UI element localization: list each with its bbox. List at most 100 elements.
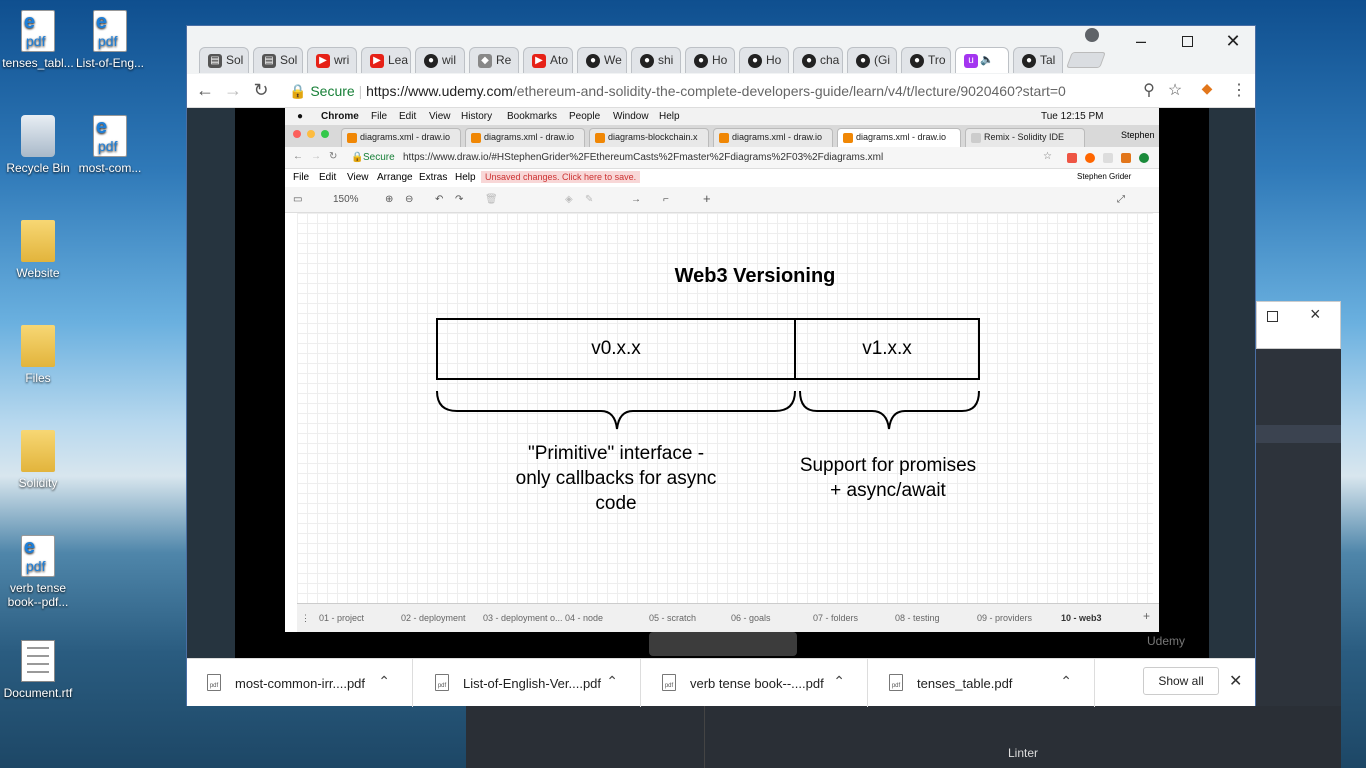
tab-label: We (604, 53, 622, 67)
browser-tab[interactable]: ● Ho (685, 47, 735, 73)
recorded-address-bar: ← → ↻ 🔒 Secure https://www.draw.io/#HSte… (285, 147, 1159, 169)
drawio-icon (719, 133, 729, 143)
maximize-icon[interactable] (1267, 311, 1278, 322)
note-primitive-interface: "Primitive" interface - only callbacks f… (481, 441, 751, 516)
desktop-icon-files[interactable]: Files (0, 325, 76, 385)
browser-tab[interactable]: ▤ Sol (199, 47, 249, 73)
downloads-bar: pdf most-common-irr....pdf ⌃ pdf List-of-En… (187, 658, 1255, 707)
minimize-button[interactable]: – (1121, 30, 1161, 52)
background-app-window: × (1256, 301, 1341, 768)
mac-clock: Tue 12:15 PM (1041, 111, 1104, 122)
linter-label[interactable]: Linter (1008, 746, 1038, 760)
chevron-up-icon[interactable]: ⌃ (378, 673, 390, 690)
youtube-icon: ▶ (532, 54, 546, 68)
desktop-icon-recycle-bin[interactable]: Recycle Bin (0, 115, 76, 175)
close-downloads-icon[interactable]: ✕ (1229, 671, 1242, 691)
tab-label: Remix - Solidity IDE (984, 132, 1065, 142)
menu-icon[interactable]: ⋮ (1227, 80, 1251, 100)
download-item[interactable]: pdf tenses_table.pdf ⌃ (869, 659, 1095, 707)
tab-label: Ho (712, 53, 728, 67)
desktop-icon-website[interactable]: Website (0, 220, 76, 280)
new-tab-button[interactable] (1066, 52, 1106, 68)
background-app-row (1256, 425, 1341, 443)
mac-menu-item: Help (659, 111, 680, 122)
browser-tab[interactable]: ● wil (415, 47, 465, 73)
note-line: code (595, 493, 637, 514)
browser-tab[interactable]: ● shi (631, 47, 681, 73)
zoom-icon[interactable]: ⚲ (1137, 80, 1161, 100)
insert-icon: + (703, 191, 711, 206)
show-all-button[interactable]: Show all (1143, 667, 1219, 695)
address-bar[interactable]: 🔒 Secure | https://www.udemy.com/ethereu… (281, 78, 1181, 104)
forward-button[interactable]: → (221, 80, 245, 101)
browser-tab[interactable]: ● Tal (1013, 47, 1063, 73)
waypoint-icon: ⌐ (663, 194, 669, 205)
desktop-icon-verb-tense[interactable]: e pdf verb tense book--pdf... (0, 535, 76, 609)
speaker-icon: 🔈 (980, 54, 994, 66)
chrome-window: ▤ Sol ▤ Sol ▶ wri ▶ Lea ● wil ◆ Re ▶ Ato ● We ● s… (186, 25, 1256, 707)
recycle-bin-icon (21, 115, 55, 157)
diagram-title: Web3 Versioning (674, 265, 836, 287)
folder-icon (21, 430, 55, 472)
browser-tab[interactable]: ▤ Sol (253, 47, 303, 73)
maximize-icon (1181, 36, 1193, 47)
tab-label: diagrams-blockchain.x (608, 132, 698, 142)
browser-tab[interactable]: ● (Gi (847, 47, 897, 73)
fill-icon: ◈ (565, 194, 573, 205)
browser-tab[interactable]: ◆ Re (469, 47, 519, 73)
video-frame[interactable]: ● Chrome File Edit View History Bookmark… (235, 108, 1209, 658)
reload-button[interactable]: ↻ (249, 80, 273, 101)
drawio-menu-item: Help (455, 172, 476, 183)
profile-icon[interactable] (1085, 28, 1099, 42)
browser-tab[interactable]: ▶ Ato (523, 47, 573, 73)
maximize-button[interactable] (1167, 30, 1207, 52)
page-menu-icon: ⋮ (301, 613, 310, 623)
secure-label: Secure (310, 83, 355, 99)
tab-label: (Gi (874, 53, 890, 67)
tab-label: cha (820, 53, 840, 67)
bookmark-star-icon[interactable]: ☆ (1163, 80, 1187, 100)
tab-label: diagrams.xml - draw.io (484, 132, 575, 142)
mac-menu-item: Bookmarks (507, 111, 558, 122)
background-app-statusbar: Linter (466, 706, 1341, 768)
youtube-icon: ▶ (316, 54, 330, 68)
close-icon[interactable]: × (1310, 304, 1321, 325)
chevron-up-icon[interactable]: ⌃ (606, 673, 618, 690)
download-item[interactable]: pdf List-of-English-Ver....pdf ⌃ (415, 659, 641, 707)
browser-tab[interactable]: ● Ho (739, 47, 789, 73)
desktop-icon-tenses-table[interactable]: e pdf tenses_tabl... (0, 10, 76, 70)
desktop-icon-solidity[interactable]: Solidity (0, 430, 76, 490)
unsaved-changes-banner: Unsaved changes. Click here to save. (481, 171, 641, 183)
back-button[interactable]: ← (193, 80, 217, 101)
download-item[interactable]: pdf most-common-irr....pdf ⌃ (187, 659, 413, 707)
browser-tab[interactable]: ● Tro (901, 47, 951, 73)
browser-tab[interactable]: ▶ Lea (361, 47, 411, 73)
forward-icon: → (311, 151, 321, 162)
apple-icon: ● (297, 111, 304, 122)
drawio-icon (471, 133, 481, 143)
desktop-icon-most-common[interactable]: e pdf most-com... (72, 115, 148, 175)
desktop-icon-document[interactable]: Document.rtf (0, 640, 76, 700)
metamask-icon[interactable]: ◆ (1195, 80, 1219, 97)
tab-label: diagrams.xml - draw.io (732, 132, 823, 142)
download-item[interactable]: pdf verb tense book--....pdf ⌃ (642, 659, 868, 707)
desktop-icon-label: tenses_tabl... (2, 56, 74, 70)
url-host: https://www.udemy.com (366, 83, 513, 99)
github-icon: ● (910, 54, 924, 68)
browser-tab-active[interactable]: u 🔈 (955, 47, 1009, 73)
browser-tab[interactable]: ● cha (793, 47, 843, 73)
desktop-icon-list-of-english[interactable]: e pdf List-of-Eng... (72, 10, 148, 70)
close-button[interactable]: ✕ (1213, 30, 1253, 52)
chevron-up-icon[interactable]: ⌃ (1060, 673, 1072, 690)
pdf-icon: pdf (662, 674, 676, 691)
note-line: + async/await (830, 480, 946, 501)
drawio-menu-item: Extras (419, 172, 448, 183)
desktop-icon-label: Recycle Bin (6, 161, 70, 175)
book-icon: ▤ (208, 54, 222, 68)
browser-tab[interactable]: ▶ wri (307, 47, 357, 73)
chevron-up-icon[interactable]: ⌃ (833, 673, 845, 690)
tab-label: shi (658, 53, 674, 67)
pdf-icon: pdf (435, 674, 449, 691)
browser-tab[interactable]: ● We (577, 47, 627, 73)
recorded-mac-screen: ● Chrome File Edit View History Bookmark… (285, 108, 1159, 632)
